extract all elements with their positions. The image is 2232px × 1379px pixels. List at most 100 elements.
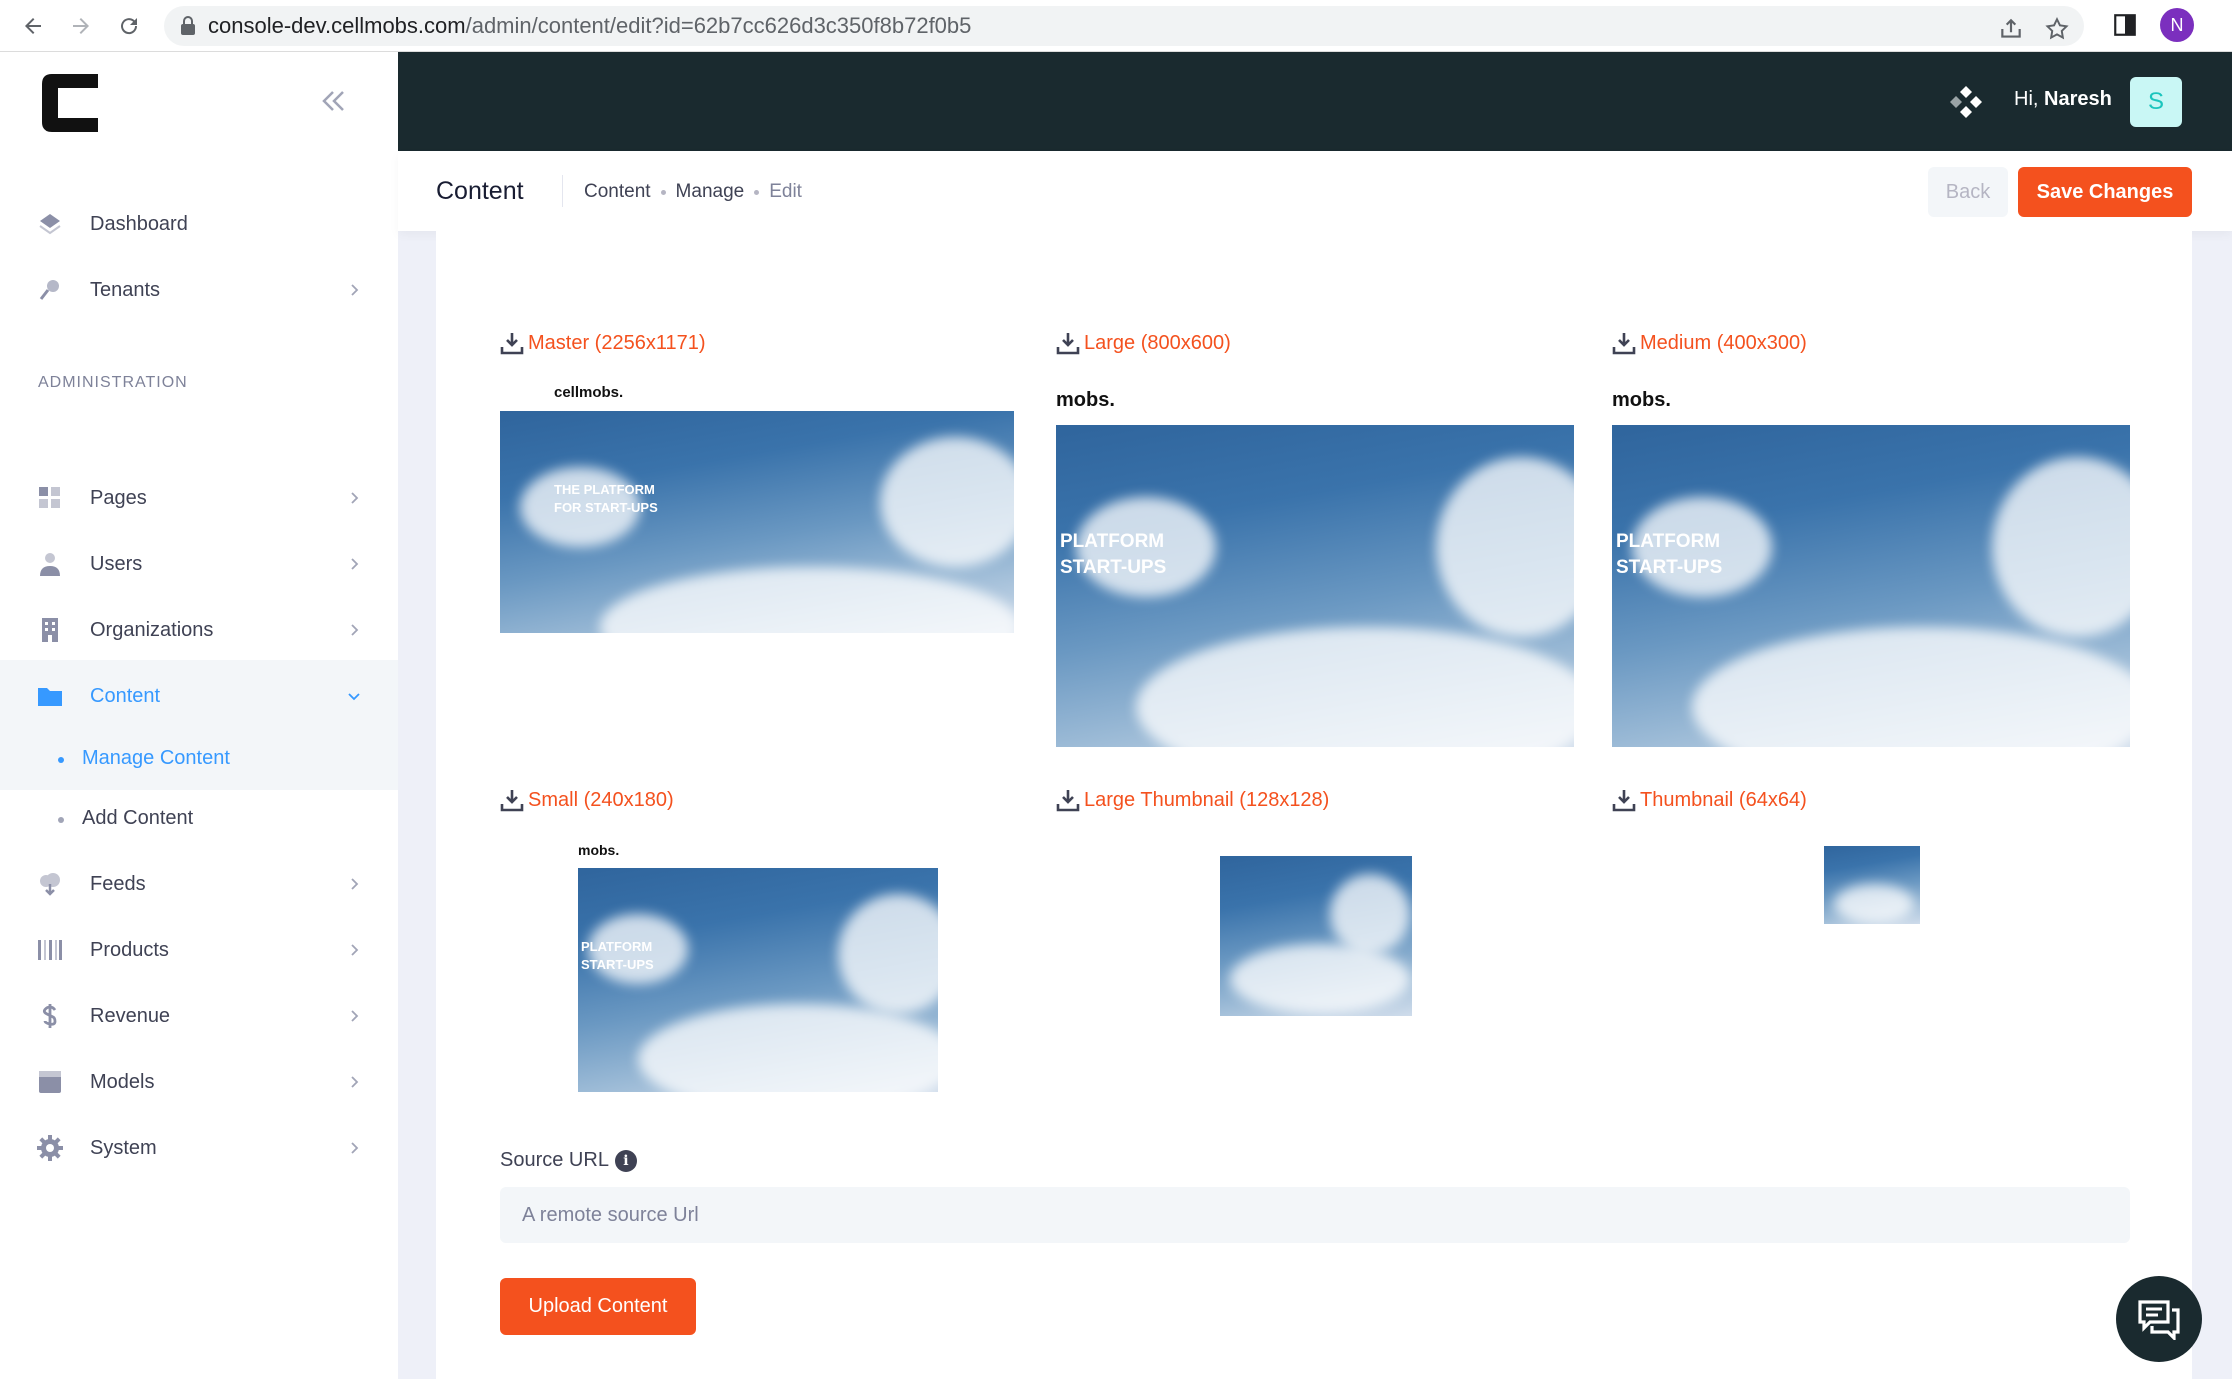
sidebar-subitem-manage-content[interactable]: Manage Content: [0, 735, 398, 785]
sidebar-item-label: Dashboard: [90, 212, 188, 235]
subheader: Content Content Manage Edit Back Save Ch…: [398, 151, 2232, 231]
subitem-label: Add Content: [82, 807, 194, 829]
download-link[interactable]: Medium (400x300): [1612, 331, 1807, 355]
image-variant-large-thumbnail: Large Thumbnail (128x128): [1056, 788, 1576, 1048]
download-link[interactable]: Large (800x600): [1056, 331, 1231, 355]
upload-content-button[interactable]: Upload Content: [500, 1278, 696, 1335]
back-button[interactable]: Back: [1928, 167, 2008, 217]
barcode-icon: [38, 940, 62, 960]
user-greeting[interactable]: Hi, Naresh: [2014, 88, 2112, 111]
image-preview[interactable]: mobs. PLATFORM START-UPS: [1056, 377, 1574, 747]
chevron-down-icon: [348, 693, 360, 701]
user-avatar[interactable]: S: [2130, 77, 2182, 127]
image-preview[interactable]: [1824, 834, 1920, 924]
download-link[interactable]: Master (2256x1171): [500, 331, 706, 355]
preview-hero-text: PLATFORM START-UPS: [1616, 531, 1723, 578]
download-icon: [1612, 333, 1636, 355]
breadcrumb: Content Manage Edit: [584, 181, 802, 203]
sidebar-item-label: System: [90, 1136, 157, 1159]
sidebar-item-organizations[interactable]: Organizations: [0, 602, 398, 658]
gear-icon: [37, 1135, 63, 1161]
breadcrumb-item[interactable]: Content: [584, 181, 651, 203]
sidebar-subitem-add-content[interactable]: Add Content: [0, 795, 398, 845]
breadcrumb-separator: [660, 189, 666, 195]
preview-hero-text: PLATFORM START-UPS: [1060, 531, 1167, 578]
page-title: Content: [436, 177, 524, 205]
download-icon: [1056, 333, 1080, 355]
bullet-dot: [58, 757, 64, 763]
breadcrumb-item[interactable]: Manage: [676, 181, 745, 203]
sidebar-item-system[interactable]: System: [0, 1120, 398, 1176]
breadcrumb-separator: [754, 189, 760, 195]
chevron-right-icon: [351, 878, 359, 890]
image-variant-master: Master (2256x1171) cellmobs. THE PLATFOR…: [500, 331, 1020, 651]
layers-icon: [39, 214, 61, 235]
back-arrow-icon[interactable]: [16, 9, 50, 43]
reload-icon[interactable]: [112, 9, 146, 43]
chat-widget-button[interactable]: [2116, 1276, 2202, 1362]
preview-hero-text: THE PLATFORM FOR START-UPS: [554, 482, 658, 515]
sidebar-item-label: Products: [90, 938, 169, 961]
preview-brand: cellmobs.: [554, 384, 624, 401]
folder-icon: [38, 688, 62, 706]
top-header: Hi, Naresh S: [398, 52, 2232, 151]
sidebar-item-label: Revenue: [90, 1004, 171, 1027]
info-icon[interactable]: i: [614, 1149, 637, 1172]
content-edit-card: Master (2256x1171) cellmobs. THE PLATFOR…: [436, 231, 2192, 1379]
section-heading: ADMINISTRATION: [38, 374, 188, 391]
download-link[interactable]: Thumbnail (64x64): [1612, 788, 1807, 812]
breadcrumb-item: Edit: [769, 181, 802, 202]
image-preview[interactable]: mobs. PLATFORM START-UPS: [578, 834, 938, 1092]
preview-brand: mobs.: [1056, 389, 1115, 411]
side-panel-icon[interactable]: [2112, 12, 2138, 38]
preview-brand: mobs.: [578, 842, 620, 858]
share-icon[interactable]: [1998, 16, 2024, 42]
save-changes-button[interactable]: Save Changes: [2018, 167, 2192, 217]
cellmobs-logo[interactable]: [38, 70, 102, 136]
download-icon: [500, 790, 524, 812]
sidebar-item-content[interactable]: Content: [0, 668, 398, 724]
sidebar-item-products[interactable]: Products: [0, 922, 398, 978]
image-variant-thumbnail: Thumbnail (64x64): [1612, 788, 2132, 988]
url-host: console-dev.cellmobs.com: [208, 13, 466, 38]
star-icon[interactable]: [2044, 16, 2070, 42]
source-url-input[interactable]: [500, 1187, 2130, 1243]
image-variant-small: Small (240x180) mobs. PLATFORM START-UPS: [500, 788, 1020, 1092]
sidebar-item-label: Organizations: [90, 618, 214, 641]
image-preview[interactable]: mobs. PLATFORM START-UPS: [1612, 377, 2130, 747]
url-path: /admin/content/edit?id=62b7cc626d3c350f8…: [465, 13, 972, 38]
subitem-label: Manage Content: [82, 747, 230, 769]
profile-avatar[interactable]: N: [2160, 8, 2194, 42]
sidebar-item-pages[interactable]: Pages: [0, 470, 398, 526]
image-variant-medium: Medium (400x300) mobs. PLATFORM START-UPS: [1612, 331, 2132, 771]
box-icon: [39, 1071, 61, 1093]
sidebar-item-tenants[interactable]: Tenants: [0, 262, 398, 318]
download-link[interactable]: Small (240x180): [500, 788, 674, 812]
chevron-right-icon: [351, 944, 359, 956]
image-preview[interactable]: [1220, 834, 1412, 1016]
collapse-sidebar-icon[interactable]: [316, 84, 350, 118]
download-link[interactable]: Large Thumbnail (128x128): [1056, 788, 1329, 812]
browser-toolbar: console-dev.cellmobs.com/admin/content/e…: [0, 0, 2232, 52]
chevron-right-icon: [351, 284, 359, 296]
greeting-prefix: Hi,: [2014, 88, 2039, 110]
apps-diamond-icon[interactable]: [1948, 84, 1984, 120]
download-label: Large Thumbnail (128x128): [1084, 788, 1330, 811]
image-preview[interactable]: cellmobs. THE PLATFORM FOR START-UPS: [500, 377, 1014, 633]
download-label: Medium (400x300): [1640, 331, 1807, 354]
address-bar[interactable]: console-dev.cellmobs.com/admin/content/e…: [164, 6, 2084, 46]
chevron-right-icon: [351, 1076, 359, 1088]
download-icon: [500, 333, 524, 355]
sidebar-item-feeds[interactable]: Feeds: [0, 856, 398, 912]
preview-brand: mobs.: [1612, 389, 1671, 411]
sidebar-item-label: Models: [90, 1070, 155, 1093]
sidebar-item-users[interactable]: Users: [0, 536, 398, 592]
chevron-right-icon: [351, 624, 359, 636]
sidebar-item-dashboard[interactable]: Dashboard: [0, 196, 398, 252]
sidebar-item-revenue[interactable]: Revenue: [0, 988, 398, 1044]
divider: [562, 175, 563, 207]
forward-arrow-icon[interactable]: [64, 9, 98, 43]
sidebar-item-models[interactable]: Models: [0, 1054, 398, 1110]
dollar-icon: [42, 1004, 57, 1028]
sidebar-item-label: Pages: [90, 486, 147, 509]
